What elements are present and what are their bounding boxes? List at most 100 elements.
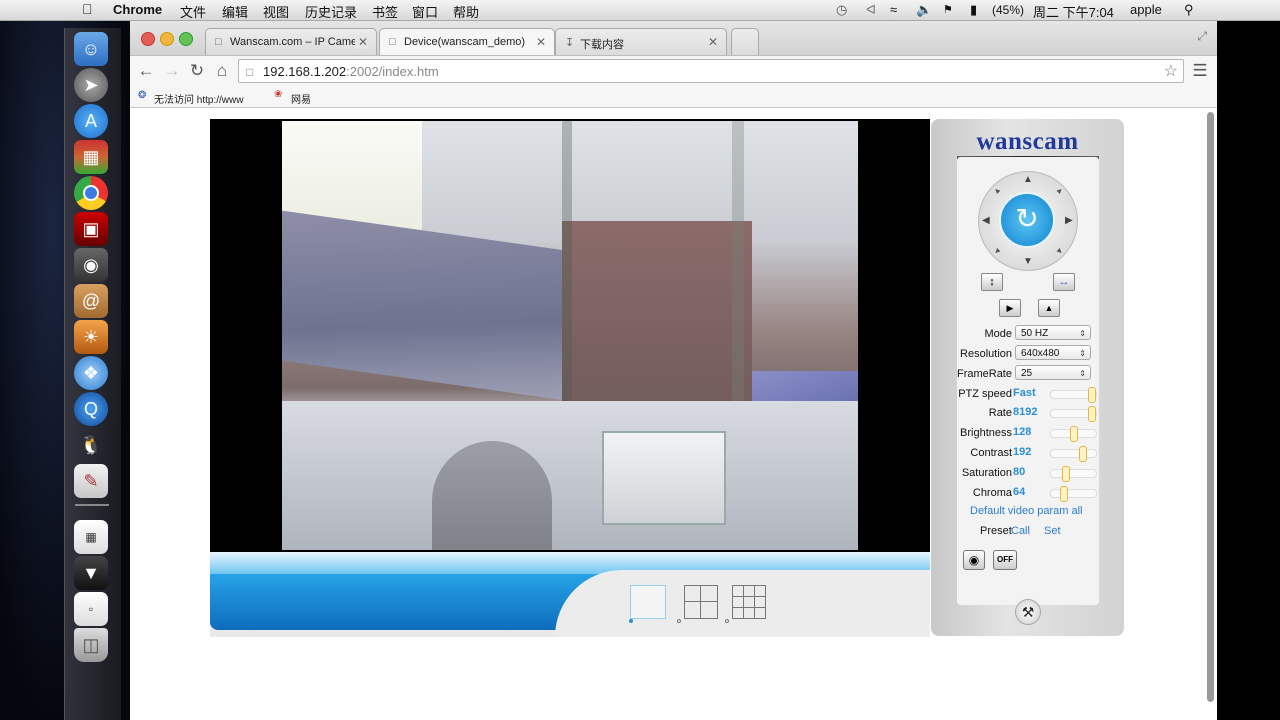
rate-slider[interactable] bbox=[1050, 406, 1097, 422]
bookmark-item[interactable]: 网易 bbox=[291, 91, 311, 106]
rate-row: Rate 8192 bbox=[931, 404, 1124, 422]
fullscreen-icon[interactable]: ⤢ bbox=[1197, 29, 1207, 44]
horizontal-patrol-icon[interactable]: ↔ bbox=[1053, 273, 1075, 291]
close-tab-icon[interactable]: ✕ bbox=[536, 35, 546, 49]
trash-icon[interactable]: ◫ bbox=[74, 628, 108, 662]
tab-wanscam[interactable]: □ Wanscam.com – IP Camera ✕ bbox=[205, 28, 377, 55]
ptz-center-icon[interactable]: ↻ bbox=[999, 192, 1055, 248]
framerate-select[interactable]: 25 ⇕ bbox=[1015, 365, 1091, 380]
app-store-icon[interactable]: A bbox=[74, 104, 108, 138]
stack-icon[interactable]: ▦ bbox=[74, 520, 108, 554]
saturation-slider[interactable] bbox=[1050, 466, 1097, 482]
minimize-window-button[interactable] bbox=[160, 32, 174, 46]
slider-thumb[interactable] bbox=[1070, 426, 1078, 442]
preset-set-link[interactable]: Set bbox=[1044, 525, 1061, 537]
slider-thumb[interactable] bbox=[1062, 466, 1070, 482]
reload-icon[interactable]: ↻ bbox=[186, 60, 208, 82]
layout-quad-button[interactable] bbox=[684, 585, 718, 619]
star-icon[interactable]: ☆ bbox=[1164, 60, 1178, 84]
slider-thumb[interactable] bbox=[1088, 406, 1096, 422]
tab-strip: □ Wanscam.com – IP Camera ✕ □ Device(wan… bbox=[130, 21, 1217, 55]
battery-icon[interactable]: ▮ bbox=[970, 2, 977, 18]
slider-thumb[interactable] bbox=[1060, 486, 1068, 502]
bookmark-item[interactable]: 无法访问 http://www bbox=[154, 91, 243, 106]
home-icon[interactable]: ⌂ bbox=[211, 60, 233, 82]
bluetooth-icon[interactable]: ᐊ bbox=[866, 2, 876, 18]
preview-icon[interactable]: ✎ bbox=[74, 464, 108, 498]
close-window-button[interactable] bbox=[141, 32, 155, 46]
browser-toolbar: ← → ↻ ⌂ □ 192.168.1.202:2002/index.htm ☆… bbox=[130, 55, 1217, 88]
pan-up-icon[interactable]: ▲ bbox=[1023, 174, 1033, 185]
document-stack-icon[interactable]: ▫ bbox=[74, 592, 108, 626]
new-tab-button[interactable] bbox=[731, 28, 759, 55]
photo-booth-icon[interactable]: ▣ bbox=[74, 212, 108, 246]
pan-down-left-icon[interactable]: ▲ bbox=[991, 246, 1003, 258]
slider-thumb[interactable] bbox=[1088, 387, 1096, 403]
qq-penguin-icon[interactable]: 🐧 bbox=[74, 428, 108, 462]
address-bar[interactable]: □ 192.168.1.202:2002/index.htm ☆ bbox=[238, 59, 1184, 83]
menu-icon[interactable]: ☰ bbox=[1189, 60, 1211, 82]
zoom-window-button[interactable] bbox=[179, 32, 193, 46]
settings-tools-icon[interactable]: ⚒ bbox=[1015, 599, 1041, 625]
apple-icon[interactable]:  bbox=[82, 1, 93, 17]
menu-help[interactable]: 帮助 bbox=[453, 2, 479, 21]
flag-icon[interactable]: ⚑ bbox=[943, 3, 953, 16]
app-menu[interactable]: Chrome bbox=[113, 2, 162, 17]
download-icon: ↧ bbox=[565, 37, 575, 49]
tab-downloads[interactable]: ↧ 下载内容 ✕ bbox=[555, 28, 727, 55]
pan-down-icon[interactable]: ▼ bbox=[1023, 256, 1033, 267]
pan-up-right-icon[interactable]: ▲ bbox=[1054, 185, 1066, 197]
mode-select[interactable]: 50 HZ ⇕ bbox=[1015, 325, 1091, 340]
vertical-patrol-icon[interactable]: ↕ bbox=[981, 273, 1003, 291]
flip-icon[interactable]: ▶ bbox=[999, 299, 1021, 317]
forward-icon[interactable]: → bbox=[161, 60, 183, 82]
menu-view[interactable]: 视图 bbox=[263, 2, 289, 21]
chrome-icon[interactable] bbox=[74, 176, 108, 210]
tab-device[interactable]: □ Device(wanscam_demo) ✕ bbox=[379, 28, 555, 55]
tab-label: 下载内容 bbox=[580, 39, 624, 51]
contrast-slider[interactable] bbox=[1050, 446, 1097, 462]
time-machine-icon[interactable]: ◷ bbox=[836, 2, 847, 18]
ptz-speed-slider[interactable] bbox=[1050, 387, 1097, 403]
page-scrollbar[interactable] bbox=[1207, 112, 1214, 702]
layout-nine-button[interactable] bbox=[732, 585, 766, 619]
menu-user[interactable]: apple bbox=[1130, 2, 1162, 17]
pan-right-icon[interactable]: ▶ bbox=[1065, 215, 1073, 226]
menu-edit[interactable]: 编辑 bbox=[222, 2, 248, 21]
brightness-row: Brightness 128 bbox=[931, 424, 1124, 442]
finder-icon[interactable]: ☺ bbox=[74, 32, 108, 66]
resolution-select[interactable]: 640x480 ⇕ bbox=[1015, 345, 1091, 360]
launchpad-icon[interactable]: ➤ bbox=[74, 68, 108, 102]
camera-video-feed[interactable] bbox=[282, 121, 858, 550]
layout-single-button[interactable] bbox=[630, 585, 666, 619]
ptz-joystick[interactable]: ▲ ▼ ◀ ▶ ▲ ▲ ▲ ▲ ↻ bbox=[978, 171, 1078, 271]
pan-left-icon[interactable]: ◀ bbox=[982, 215, 990, 226]
pan-up-left-icon[interactable]: ▲ bbox=[991, 185, 1003, 197]
preset-call-link[interactable]: Call bbox=[1011, 525, 1030, 537]
dashboard-icon[interactable]: ▦ bbox=[74, 140, 108, 174]
default-video-param-link[interactable]: Default video param all bbox=[970, 505, 1083, 517]
slider-thumb[interactable] bbox=[1079, 446, 1087, 462]
chroma-slider[interactable] bbox=[1050, 486, 1097, 502]
contacts-icon[interactable]: @ bbox=[74, 284, 108, 318]
menu-bookmarks[interactable]: 书签 bbox=[372, 2, 398, 21]
downloads-stack-icon[interactable]: ▼ bbox=[74, 556, 108, 590]
safari-icon[interactable]: ❖ bbox=[74, 356, 108, 390]
menu-file[interactable]: 文件 bbox=[180, 2, 206, 21]
back-icon[interactable]: ← bbox=[135, 60, 157, 82]
wifi-icon[interactable]: ≈ bbox=[890, 2, 897, 17]
iphoto-icon[interactable]: ☀ bbox=[74, 320, 108, 354]
spotlight-icon[interactable]: ⚲ bbox=[1184, 2, 1194, 18]
facetime-icon[interactable]: ◉ bbox=[74, 248, 108, 282]
close-tab-icon[interactable]: ✕ bbox=[708, 35, 718, 49]
off-button[interactable]: OFF bbox=[993, 550, 1017, 570]
quicktime-icon[interactable]: Q bbox=[74, 392, 108, 426]
close-tab-icon[interactable]: ✕ bbox=[354, 35, 368, 49]
brightness-slider[interactable] bbox=[1050, 426, 1097, 442]
mirror-icon[interactable]: ▲ bbox=[1038, 299, 1060, 317]
menu-clock[interactable]: 周二 下午7:04 bbox=[1033, 2, 1114, 21]
volume-icon[interactable]: 🔈 bbox=[916, 2, 932, 18]
menu-window[interactable]: 窗口 bbox=[412, 2, 438, 21]
snapshot-camera-icon[interactable]: ◉ bbox=[963, 550, 985, 570]
menu-history[interactable]: 历史记录 bbox=[305, 2, 357, 21]
